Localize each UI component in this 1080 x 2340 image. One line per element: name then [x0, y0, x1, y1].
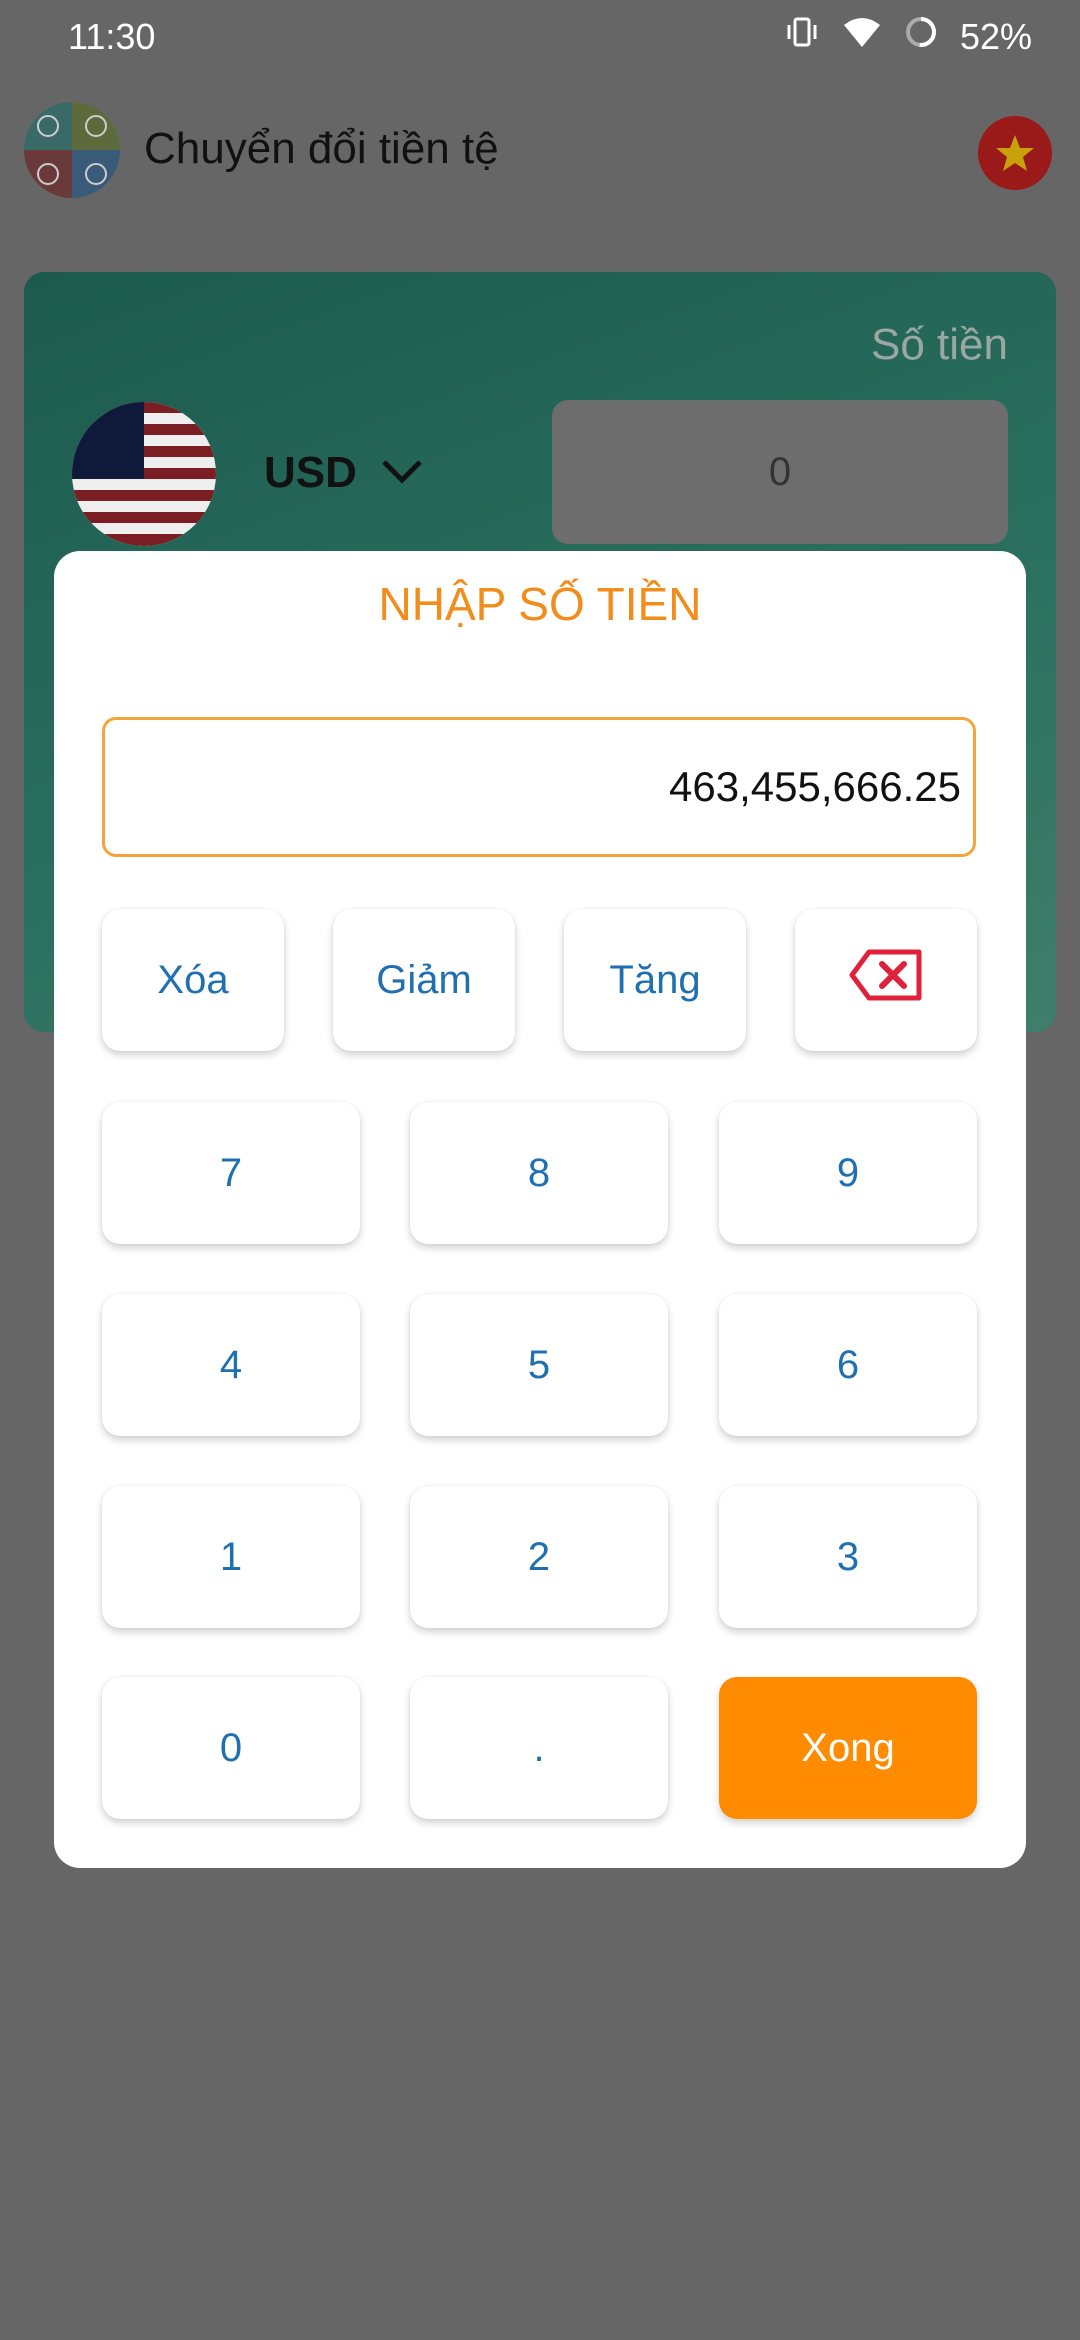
increase-button[interactable]: Tăng — [564, 909, 746, 1051]
app-title: Chuyển đổi tiền tệ — [144, 124, 499, 173]
key-9[interactable]: 9 — [719, 1102, 977, 1244]
key-2[interactable]: 2 — [410, 1486, 668, 1628]
key-1[interactable]: 1 — [102, 1486, 360, 1628]
key-3[interactable]: 3 — [719, 1486, 977, 1628]
app-header: Chuyển đổi tiền tệ — [0, 96, 1080, 206]
wifi-icon — [842, 15, 882, 58]
key-7[interactable]: 7 — [102, 1102, 360, 1244]
battery-percent: 52% — [959, 15, 1032, 57]
vietnam-flag-icon[interactable] — [978, 116, 1052, 190]
key-6[interactable]: 6 — [719, 1294, 977, 1436]
amount-field[interactable]: 0 — [552, 400, 1008, 544]
status-bar: 11:30 52% — [0, 0, 1080, 80]
us-flag-icon — [72, 402, 216, 546]
amount-label: Số tiền — [871, 320, 1008, 369]
key-5[interactable]: 5 — [410, 1294, 668, 1436]
currency-selector[interactable]: USD — [264, 448, 357, 498]
key-4[interactable]: 4 — [102, 1294, 360, 1436]
app-logo-icon — [24, 102, 120, 198]
key-0[interactable]: 0 — [102, 1677, 360, 1819]
status-time: 11:30 — [68, 16, 156, 57]
backspace-icon — [849, 949, 923, 1011]
battery-icon — [904, 15, 938, 58]
vibrate-icon — [784, 14, 820, 59]
amount-input-dialog: NHẬP SỐ TIỀN 463,455,666.25 Xóa Giảm Tăn… — [54, 551, 1026, 1868]
clear-button[interactable]: Xóa — [102, 909, 284, 1051]
key-8[interactable]: 8 — [410, 1102, 668, 1244]
dialog-title: NHẬP SỐ TIỀN — [378, 578, 702, 630]
chevron-down-icon[interactable] — [380, 456, 424, 491]
amount-input[interactable]: 463,455,666.25 — [102, 717, 976, 857]
key-decimal[interactable]: . — [410, 1677, 668, 1819]
done-button[interactable]: Xong — [719, 1677, 977, 1819]
decrease-button[interactable]: Giảm — [333, 909, 515, 1051]
status-icons: 52% — [784, 14, 1032, 59]
backspace-button[interactable] — [795, 909, 977, 1051]
